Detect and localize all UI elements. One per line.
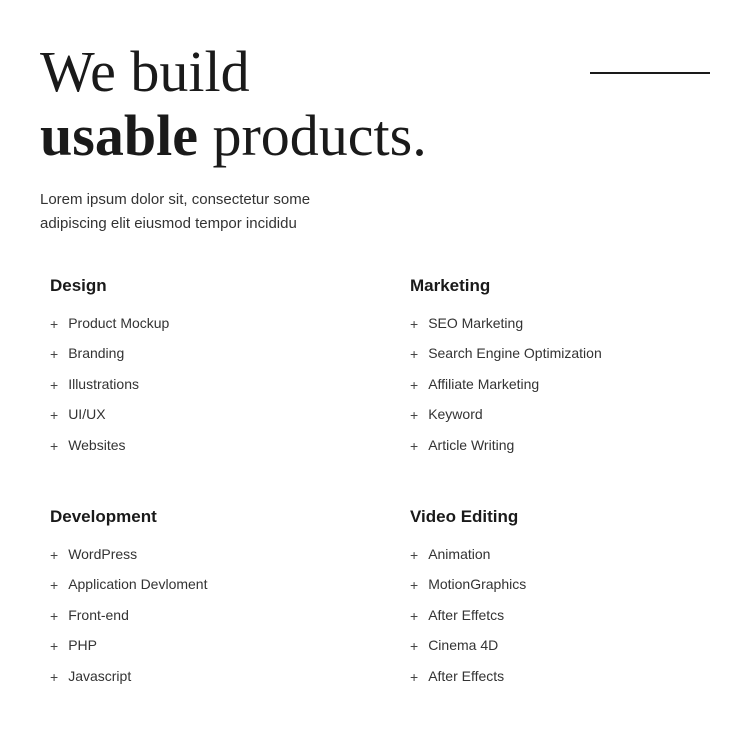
plus-icon: + <box>410 376 418 396</box>
plus-icon: + <box>50 576 58 596</box>
list-item: + PHP <box>50 636 350 657</box>
list-item: + WordPress <box>50 545 350 566</box>
plus-icon: + <box>410 546 418 566</box>
list-item: + SEO Marketing <box>410 314 710 335</box>
service-list-development: + WordPress + Application Devloment + Front-e… <box>50 545 350 688</box>
hero-desc-line1: Lorem ipsum dolor sit, consectetur some <box>40 191 310 208</box>
plus-icon: + <box>410 315 418 335</box>
plus-icon: + <box>50 345 58 365</box>
list-item-text: Illustrations <box>68 375 139 395</box>
hero-description: Lorem ipsum dolor sit, consectetur some … <box>40 188 710 236</box>
plus-icon: + <box>50 607 58 627</box>
plus-icon: + <box>50 315 58 335</box>
hero-desc-line2: adipiscing elit eiusmod tempor incididu <box>40 215 297 232</box>
list-item: + Affiliate Marketing <box>410 375 710 396</box>
list-item-text: Javascript <box>68 667 131 687</box>
service-column-marketing: Marketing + SEO Marketing + Search Engine Op… <box>410 276 710 467</box>
hero-title-line1: We build <box>40 39 250 104</box>
list-item: + Javascript <box>50 667 350 688</box>
page-container: We build usable products. Lorem ipsum do… <box>0 0 750 738</box>
service-list-marketing: + SEO Marketing + Search Engine Optimizatio… <box>410 314 710 457</box>
list-item: + Cinema 4D <box>410 636 710 657</box>
list-item: + After Effects <box>410 667 710 688</box>
list-item-text: Article Writing <box>428 436 514 456</box>
plus-icon: + <box>410 637 418 657</box>
list-item: + Product Mockup <box>50 314 350 335</box>
plus-icon: + <box>50 546 58 566</box>
list-item: + Search Engine Optimization <box>410 344 710 365</box>
list-item-text: Product Mockup <box>68 314 169 334</box>
service-list-video-editing: +Animation+MotionGraphics+After Effetcs+… <box>410 545 710 688</box>
plus-icon: + <box>410 345 418 365</box>
list-item-text: Keyword <box>428 405 482 425</box>
list-item-text: Search Engine Optimization <box>428 344 602 364</box>
plus-icon: + <box>50 406 58 426</box>
hero-decorative-line <box>590 72 710 74</box>
plus-icon: + <box>410 668 418 688</box>
list-item-text: Front-end <box>68 606 129 626</box>
hero-title: We build usable products. <box>40 40 710 168</box>
list-item: + Branding <box>50 344 350 365</box>
plus-icon: + <box>410 576 418 596</box>
list-item: + Application Devloment <box>50 575 350 596</box>
service-category-design: Design <box>50 276 350 296</box>
service-category-video-editing: Video Editing <box>410 507 710 527</box>
list-item-text: SEO Marketing <box>428 314 523 334</box>
list-item-text: Affiliate Marketing <box>428 375 539 395</box>
service-list-design: + Product Mockup + Branding + Illustrations + U… <box>50 314 350 457</box>
services-grid: Design + Product Mockup + Branding + Illustrat… <box>40 276 710 698</box>
service-category-marketing: Marketing <box>410 276 710 296</box>
list-item-text: WordPress <box>68 545 137 565</box>
list-item: + MotionGraphics <box>410 575 710 596</box>
list-item: + Animation <box>410 545 710 566</box>
list-item: + Article Writing <box>410 436 710 457</box>
list-item-text: Branding <box>68 344 124 364</box>
plus-icon: + <box>50 637 58 657</box>
list-item-text: Cinema 4D <box>428 636 498 656</box>
list-item-text: After Effetcs <box>428 606 504 626</box>
list-item-text: Animation <box>428 545 490 565</box>
plus-icon: + <box>50 668 58 688</box>
hero-title-bold: usable <box>40 103 198 168</box>
list-item-text: PHP <box>68 636 97 656</box>
list-item: + Websites <box>50 436 350 457</box>
plus-icon: + <box>50 376 58 396</box>
hero-title-rest: products. <box>198 103 427 168</box>
plus-icon: + <box>50 437 58 457</box>
service-category-development: Development <box>50 507 350 527</box>
list-item-text: Websites <box>68 436 125 456</box>
service-column-design: Design + Product Mockup + Branding + Illustrat… <box>50 276 350 467</box>
plus-icon: + <box>410 437 418 457</box>
list-item-text: MotionGraphics <box>428 575 526 595</box>
list-item: + Keyword <box>410 405 710 426</box>
hero-section: We build usable products. Lorem ipsum do… <box>40 40 710 236</box>
plus-icon: + <box>410 406 418 426</box>
list-item-text: After Effects <box>428 667 504 687</box>
list-item: + After Effetcs <box>410 606 710 627</box>
list-item: + UI/UX <box>50 405 350 426</box>
plus-icon: + <box>410 607 418 627</box>
list-item: + Front-end <box>50 606 350 627</box>
list-item: + Illustrations <box>50 375 350 396</box>
list-item-text: Application Devloment <box>68 575 207 595</box>
list-item-text: UI/UX <box>68 405 105 425</box>
